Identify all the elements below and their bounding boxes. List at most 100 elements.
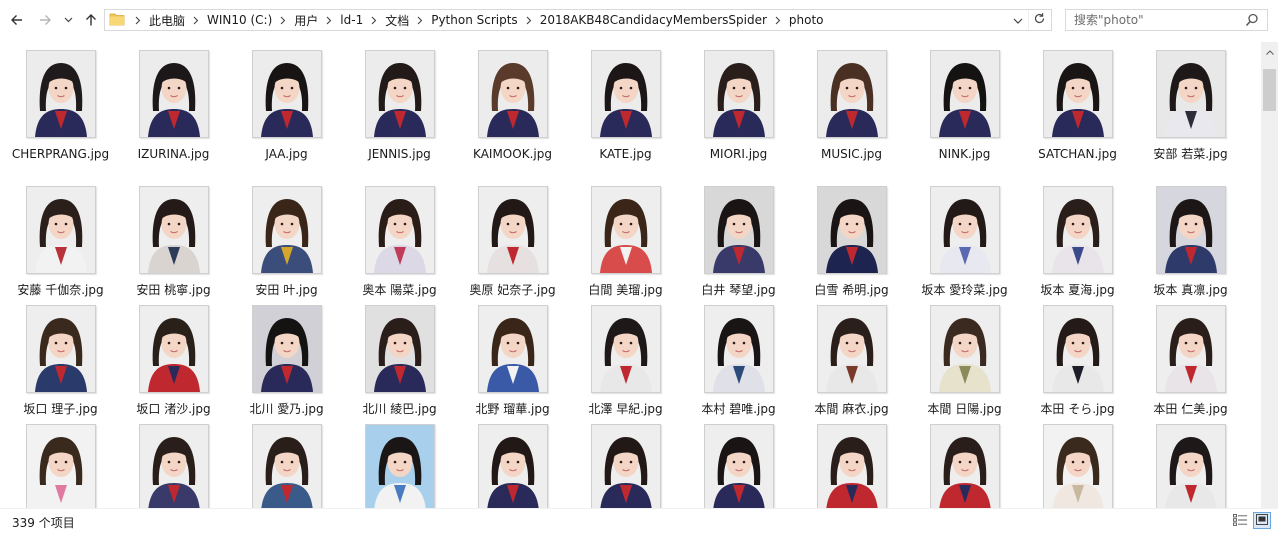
image-thumbnail[interactable] bbox=[930, 186, 1000, 274]
file-item[interactable]: 奥原 妃奈子.jpg bbox=[452, 178, 565, 314]
up-button[interactable] bbox=[80, 9, 102, 31]
chevron-right-icon[interactable] bbox=[365, 16, 383, 25]
file-item[interactable]: JENNIS.jpg bbox=[339, 42, 452, 178]
image-thumbnail[interactable] bbox=[478, 305, 548, 393]
recent-locations-button[interactable] bbox=[60, 9, 76, 31]
search-box[interactable] bbox=[1065, 9, 1268, 31]
vertical-scrollbar[interactable] bbox=[1261, 42, 1278, 508]
search-input[interactable] bbox=[1072, 10, 1246, 30]
breadcrumb-item[interactable]: 此电脑 bbox=[129, 10, 187, 30]
breadcrumb-label[interactable]: 此电脑 bbox=[147, 12, 187, 29]
chevron-right-icon[interactable] bbox=[187, 16, 205, 25]
breadcrumb-item[interactable]: Python Scripts bbox=[411, 10, 519, 30]
file-item[interactable]: 白井 琴望.jpg bbox=[678, 178, 791, 314]
image-thumbnail[interactable] bbox=[704, 186, 774, 274]
image-thumbnail[interactable] bbox=[26, 424, 96, 508]
file-item[interactable]: 安田 叶.jpg bbox=[226, 178, 339, 314]
image-thumbnail[interactable] bbox=[1156, 186, 1226, 274]
image-thumbnail[interactable] bbox=[478, 424, 548, 508]
file-item[interactable]: SATCHAN.jpg bbox=[1017, 42, 1130, 178]
breadcrumb-item[interactable]: 2018AKB48CandidacyMembersSpider bbox=[520, 10, 769, 30]
file-item[interactable]: 北川 綾巴.jpg bbox=[339, 297, 452, 433]
details-view-button[interactable] bbox=[1231, 513, 1249, 529]
image-thumbnail[interactable] bbox=[1156, 305, 1226, 393]
image-thumbnail[interactable] bbox=[26, 305, 96, 393]
file-item[interactable]: 安部 若菜.jpg bbox=[1130, 42, 1243, 178]
image-thumbnail[interactable] bbox=[591, 424, 661, 508]
image-thumbnail[interactable] bbox=[139, 424, 209, 508]
file-item[interactable]: 坂口 渚沙.jpg bbox=[113, 297, 226, 433]
file-item[interactable]: 本間 日陽.jpg bbox=[904, 297, 1017, 433]
image-thumbnail[interactable] bbox=[1043, 305, 1113, 393]
file-item[interactable] bbox=[1017, 416, 1130, 508]
image-thumbnail[interactable] bbox=[591, 50, 661, 138]
file-item[interactable]: 本間 麻衣.jpg bbox=[791, 297, 904, 433]
file-item[interactable]: 北川 愛乃.jpg bbox=[226, 297, 339, 433]
file-item[interactable] bbox=[0, 416, 113, 508]
image-thumbnail[interactable] bbox=[817, 186, 887, 274]
image-thumbnail[interactable] bbox=[1156, 424, 1226, 508]
chevron-right-icon[interactable] bbox=[129, 16, 147, 25]
address-bar[interactable]: 此电脑 WIN10 (C:) 用户 ld-1 文档 Python Scripts 2018A… bbox=[104, 9, 1052, 31]
image-thumbnail[interactable] bbox=[591, 305, 661, 393]
file-item[interactable] bbox=[339, 416, 452, 508]
scrollbar-thumb[interactable] bbox=[1263, 69, 1276, 111]
file-item[interactable]: 安藤 千伽奈.jpg bbox=[0, 178, 113, 314]
file-item[interactable] bbox=[565, 416, 678, 508]
image-thumbnail[interactable] bbox=[365, 305, 435, 393]
breadcrumb-item[interactable]: WIN10 (C:) bbox=[187, 10, 274, 30]
image-thumbnail[interactable] bbox=[817, 424, 887, 508]
file-view[interactable]: CHERPRANG.jpg IZURINA.jpg JAA.jpg JENNIS.jp… bbox=[0, 42, 1261, 508]
breadcrumb-item[interactable]: ld-1 bbox=[320, 10, 365, 30]
file-item[interactable]: 北野 瑠華.jpg bbox=[452, 297, 565, 433]
breadcrumb-item[interactable]: photo bbox=[769, 10, 826, 30]
file-item[interactable]: 奥本 陽菜.jpg bbox=[339, 178, 452, 314]
image-thumbnail[interactable] bbox=[365, 424, 435, 508]
image-thumbnail[interactable] bbox=[1156, 50, 1226, 138]
image-thumbnail[interactable] bbox=[26, 50, 96, 138]
image-thumbnail[interactable] bbox=[252, 424, 322, 508]
file-item[interactable]: MUSIC.jpg bbox=[791, 42, 904, 178]
breadcrumb-label[interactable]: 文档 bbox=[383, 12, 411, 29]
file-item[interactable]: IZURINA.jpg bbox=[113, 42, 226, 178]
breadcrumb-label[interactable]: ld-1 bbox=[338, 13, 365, 27]
file-item[interactable]: 白雪 希明.jpg bbox=[791, 178, 904, 314]
breadcrumb-item[interactable]: 文档 bbox=[365, 10, 411, 30]
scroll-up-button[interactable] bbox=[1261, 42, 1278, 59]
file-item[interactable]: 本田 そら.jpg bbox=[1017, 297, 1130, 433]
file-item[interactable]: 北澤 早紀.jpg bbox=[565, 297, 678, 433]
image-thumbnail[interactable] bbox=[478, 186, 548, 274]
file-item[interactable]: 白間 美瑠.jpg bbox=[565, 178, 678, 314]
image-thumbnail[interactable] bbox=[365, 186, 435, 274]
file-item[interactable]: 本村 碧唯.jpg bbox=[678, 297, 791, 433]
file-item[interactable]: KATE.jpg bbox=[565, 42, 678, 178]
file-item[interactable] bbox=[226, 416, 339, 508]
file-item[interactable] bbox=[1130, 416, 1243, 508]
image-thumbnail[interactable] bbox=[139, 186, 209, 274]
forward-button[interactable] bbox=[34, 9, 56, 31]
image-thumbnail[interactable] bbox=[817, 305, 887, 393]
file-item[interactable]: JAA.jpg bbox=[226, 42, 339, 178]
breadcrumb-label[interactable]: photo bbox=[787, 13, 826, 27]
file-item[interactable] bbox=[678, 416, 791, 508]
image-thumbnail[interactable] bbox=[26, 186, 96, 274]
image-thumbnail[interactable] bbox=[1043, 424, 1113, 508]
image-thumbnail[interactable] bbox=[252, 305, 322, 393]
file-item[interactable] bbox=[791, 416, 904, 508]
breadcrumb-label[interactable]: Python Scripts bbox=[429, 13, 519, 27]
breadcrumb-label[interactable]: 2018AKB48CandidacyMembersSpider bbox=[538, 13, 769, 27]
file-item[interactable]: CHERPRANG.jpg bbox=[0, 42, 113, 178]
file-item[interactable]: 坂口 理子.jpg bbox=[0, 297, 113, 433]
file-item[interactable]: 本田 仁美.jpg bbox=[1130, 297, 1243, 433]
image-thumbnail[interactable] bbox=[817, 50, 887, 138]
image-thumbnail[interactable] bbox=[930, 50, 1000, 138]
file-item[interactable]: 坂本 愛玲菜.jpg bbox=[904, 178, 1017, 314]
chevron-right-icon[interactable] bbox=[274, 16, 292, 25]
file-item[interactable] bbox=[904, 416, 1017, 508]
image-thumbnail[interactable] bbox=[365, 50, 435, 138]
file-item[interactable] bbox=[452, 416, 565, 508]
file-item[interactable]: KAIMOOK.jpg bbox=[452, 42, 565, 178]
file-item[interactable]: MIORI.jpg bbox=[678, 42, 791, 178]
image-thumbnail[interactable] bbox=[930, 424, 1000, 508]
image-thumbnail[interactable] bbox=[478, 50, 548, 138]
